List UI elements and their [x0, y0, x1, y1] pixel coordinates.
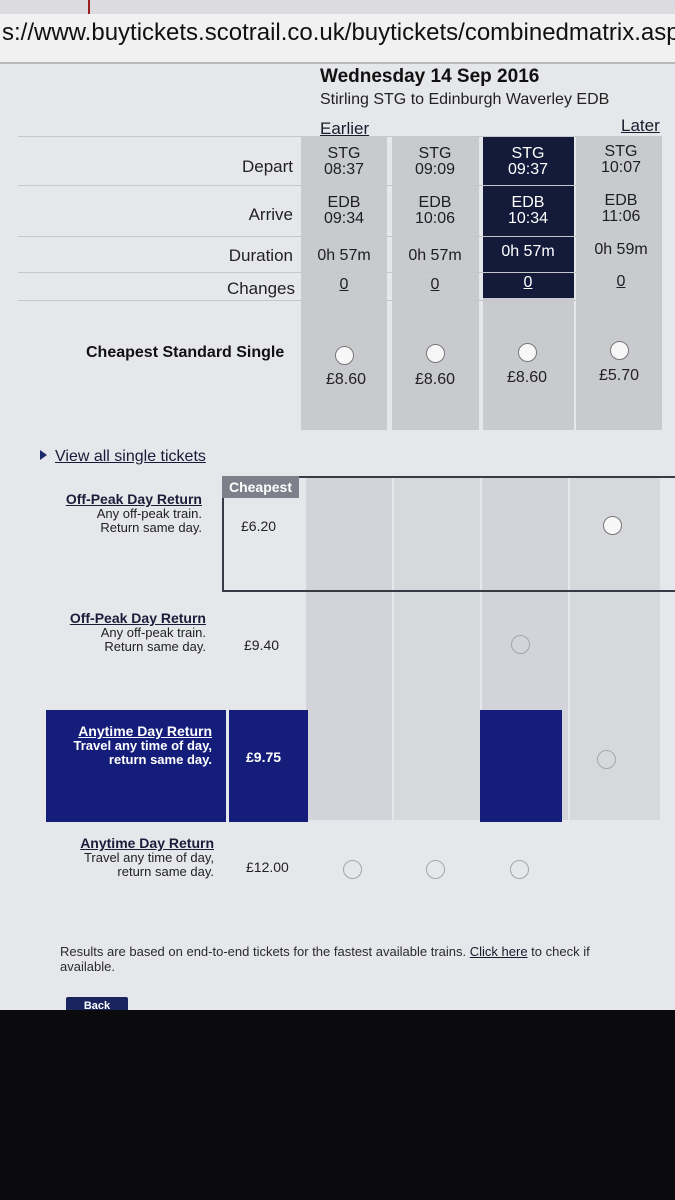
return-fare-radio[interactable] — [426, 860, 445, 879]
ticket-desc-1: Any off-peak train. — [96, 506, 202, 521]
row-divider — [18, 185, 662, 186]
duration-value: 0h 57m — [408, 247, 462, 264]
ticket-offpeak-1: Off-Peak Day Return Any off-peak train. … — [40, 491, 202, 535]
view-all-singles-link[interactable]: View all single tickets — [40, 448, 206, 466]
duration-label: Duration — [228, 246, 293, 265]
anytime-selected-price-cell — [229, 710, 308, 822]
ticket-name-link[interactable]: Anytime Day Return — [52, 835, 214, 851]
row-divider — [18, 136, 662, 137]
depart-station: STG — [511, 145, 545, 162]
ticket-desc-2: Return same day. — [104, 639, 206, 654]
arrive-label: Arrive — [248, 205, 293, 224]
depart-station: STG — [418, 145, 452, 162]
return-fare-radio[interactable] — [343, 860, 362, 879]
single-fare-radio[interactable] — [610, 341, 629, 360]
ticket-offpeak-2: Off-Peak Day Return Any off-peak train. … — [46, 610, 206, 654]
return-fare-radio[interactable] — [511, 635, 530, 654]
ticket-anytime-1: Anytime Day Return Travel any time of da… — [50, 723, 212, 767]
ticket-price: £6.20 — [241, 518, 277, 534]
row-divider — [18, 236, 662, 237]
ticket-desc-2: return same day. — [108, 752, 212, 767]
return-fare-radio[interactable] — [603, 516, 622, 535]
single-fare-radio[interactable] — [518, 343, 537, 362]
duration-value: 0h 59m — [594, 241, 648, 258]
changes-link[interactable]: 0 — [299, 277, 389, 293]
arrive-time: 10:34 — [507, 210, 549, 227]
back-button[interactable]: Back — [66, 997, 128, 1010]
depart-station: STG — [327, 145, 361, 162]
single-fare-price: £5.70 — [598, 367, 640, 384]
ticket-price: £12.00 — [246, 859, 289, 875]
later-link[interactable]: Later — [621, 116, 660, 136]
check-availability-link[interactable]: Click here — [470, 944, 528, 959]
arrive-station: EDB — [604, 192, 638, 209]
matrix-page: Wednesday 14 Sep 2016 Stirling STG to Ed… — [0, 62, 675, 1010]
footnote-text: Results are based on end-to-end tickets … — [60, 944, 467, 959]
journey-date: Wednesday 14 Sep 2016 — [320, 66, 540, 87]
return-fare-radio[interactable] — [597, 750, 616, 769]
ticket-anytime-2: Anytime Day Return Travel any time of da… — [52, 835, 214, 879]
ticket-price: £9.75 — [246, 749, 282, 765]
arrive-time: 11:06 — [601, 208, 641, 225]
depart-time: 08:37 — [323, 161, 365, 178]
arrive-time: 09:34 — [323, 210, 365, 227]
arrive-station: EDB — [511, 194, 545, 211]
cheapest-tag: Cheapest — [222, 476, 299, 498]
anytime-selected-train-cell — [480, 710, 562, 822]
column-band-3 — [483, 298, 574, 430]
ticket-name-link[interactable]: Off-Peak Day Return — [46, 610, 206, 626]
changes-link[interactable]: 0 — [390, 277, 480, 293]
changes-link[interactable]: 0 — [576, 274, 666, 290]
ticket-desc-2: Return same day. — [100, 520, 202, 535]
view-all-singles-label[interactable]: View all single tickets — [55, 448, 206, 465]
changes-label: Changes — [226, 279, 295, 298]
ticket-name-link[interactable]: Anytime Day Return — [50, 723, 212, 739]
depart-label: Depart — [241, 157, 293, 176]
changes-link[interactable]: 0 — [483, 275, 573, 291]
single-fare-price: £8.60 — [414, 371, 456, 388]
arrive-time: 10:06 — [414, 210, 456, 227]
single-fare-price: £8.60 — [506, 369, 548, 386]
results-footnote: Results are based on end-to-end tickets … — [60, 944, 675, 974]
ticket-price: £9.40 — [244, 637, 280, 653]
depart-time: 09:09 — [414, 161, 456, 178]
footnote-line2: available. — [60, 959, 115, 974]
depart-time: 09:37 — [507, 161, 549, 178]
cheapest-single-label: Cheapest Standard Single — [86, 344, 285, 361]
journey-header: Wednesday 14 Sep 2016 Stirling STG to Ed… — [320, 66, 609, 109]
duration-value: 0h 57m — [317, 247, 371, 264]
browser-screen: s://www.buytickets.scotrail.co.uk/buytic… — [0, 0, 675, 1010]
arrive-station: EDB — [418, 194, 452, 211]
ticket-desc-1: Travel any time of day, — [73, 738, 212, 753]
row-divider — [18, 272, 662, 273]
duration-value: 0h 57m — [501, 243, 555, 260]
ticket-name-link[interactable]: Off-Peak Day Return — [40, 491, 202, 507]
ticket-desc-2: return same day. — [117, 864, 214, 879]
arrive-station: EDB — [327, 194, 361, 211]
return-fare-radio[interactable] — [510, 860, 529, 879]
single-fare-price: £8.60 — [325, 371, 367, 388]
single-fare-radio[interactable] — [426, 344, 445, 363]
tab-strip — [0, 0, 675, 14]
ticket-desc-1: Travel any time of day, — [83, 850, 214, 865]
ticket-desc-1: Any off-peak train. — [100, 625, 206, 640]
row-divider — [18, 300, 662, 301]
expand-arrow-icon — [40, 450, 47, 460]
tab-edge — [88, 0, 90, 14]
footnote-after: to check if — [531, 944, 590, 959]
address-bar[interactable]: s://www.buytickets.scotrail.co.uk/buytic… — [0, 0, 675, 64]
url-text[interactable]: s://www.buytickets.scotrail.co.uk/buytic… — [2, 19, 675, 47]
single-fare-radio[interactable] — [335, 346, 354, 365]
depart-time: 10:07 — [600, 159, 642, 176]
depart-station: STG — [604, 143, 638, 160]
journey-route: Stirling STG to Edinburgh Waverley EDB — [320, 91, 610, 108]
